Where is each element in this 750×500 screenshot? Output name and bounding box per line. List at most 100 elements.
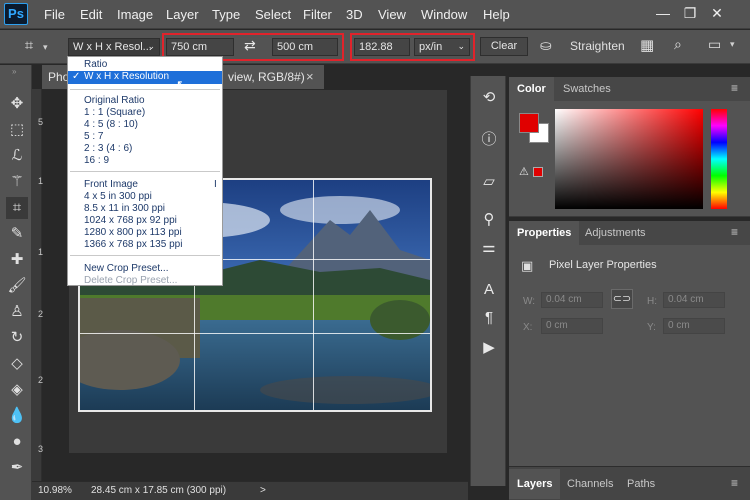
- resolution-field[interactable]: 182.88: [354, 38, 410, 56]
- crop-tool-icon[interactable]: ⌗: [18, 37, 40, 55]
- menu-3d[interactable]: 3D: [346, 7, 363, 22]
- color-spectrum-field[interactable]: [555, 109, 703, 209]
- menu-item-preset[interactable]: 1024 x 768 px 92 ppi: [84, 215, 177, 226]
- character-icon[interactable]: A: [479, 280, 499, 300]
- clone-stamp-icon[interactable]: ♙: [6, 301, 28, 323]
- menu-separator: [70, 171, 220, 172]
- menu-item-front-image[interactable]: Front Image: [84, 179, 138, 190]
- y-field[interactable]: 0 cm: [663, 318, 725, 334]
- gamut-swatch[interactable]: [533, 167, 543, 177]
- pen-tool-icon[interactable]: ✒: [6, 457, 28, 479]
- paragraph-icon[interactable]: ¶: [479, 308, 499, 328]
- chevron-down-icon: ⌄: [457, 41, 465, 51]
- search-icon[interactable]: ⌕: [674, 36, 682, 53]
- magic-wand-icon[interactable]: ⚚: [6, 171, 28, 193]
- menu-item-ratio-1-1[interactable]: 1 : 1 (Square): [84, 107, 145, 118]
- w-label: W:: [523, 296, 536, 307]
- collapse-icon[interactable]: »: [12, 67, 16, 76]
- menu-item-preset[interactable]: 4 x 5 in 300 ppi: [84, 191, 152, 202]
- tool-preset-chevron-icon[interactable]: ▾: [43, 42, 48, 53]
- properties-panel: Properties Adjustments ≡ ▣ Pixel Layer P…: [509, 221, 750, 466]
- menu-edit[interactable]: Edit: [80, 7, 102, 22]
- h-field[interactable]: 0.04 cm: [663, 292, 725, 308]
- restore-icon[interactable]: ❐: [683, 5, 697, 22]
- menu-item-preset[interactable]: 1280 x 800 px 113 ppi: [84, 227, 182, 238]
- document-tab-suffix: view, RGB/8#): [228, 70, 305, 84]
- menu-item-ratio[interactable]: Ratio: [84, 59, 107, 70]
- status-arrow-icon[interactable]: >: [260, 485, 266, 496]
- marquee-tool-icon[interactable]: ⬚: [6, 119, 28, 141]
- foreground-swatch[interactable]: [519, 113, 539, 133]
- straighten-label[interactable]: Straighten: [570, 39, 625, 53]
- menu-item-wxhxres[interactable]: W x H x Resolution: [84, 71, 169, 82]
- history-icon[interactable]: ⟲: [479, 88, 499, 108]
- menu-image[interactable]: Image: [117, 7, 153, 22]
- x-field[interactable]: 0 cm: [541, 318, 603, 334]
- brush-tool-icon[interactable]: 🖌: [6, 275, 28, 297]
- tab-channels[interactable]: Channels: [559, 469, 621, 499]
- healing-brush-icon[interactable]: ✚: [6, 249, 28, 271]
- dodge-tool-icon[interactable]: ●: [6, 431, 28, 453]
- tab-adjustments[interactable]: Adjustments: [577, 221, 654, 245]
- minimize-icon[interactable]: —: [656, 5, 670, 21]
- straighten-icon[interactable]: ⛀: [540, 37, 552, 54]
- info-icon[interactable]: ⓘ: [479, 130, 499, 150]
- tab-swatches[interactable]: Swatches: [555, 77, 619, 101]
- clone-source-icon[interactable]: ⚌: [479, 238, 499, 258]
- y-label: Y:: [647, 322, 656, 333]
- menu-select[interactable]: Select: [255, 7, 291, 22]
- actions-play-icon[interactable]: ▶: [479, 338, 499, 358]
- zoom-level[interactable]: 10.98%: [38, 485, 72, 496]
- menu-help[interactable]: Help: [483, 7, 510, 22]
- menu-item-preset[interactable]: 8.5 x 11 in 300 ppi: [84, 203, 165, 214]
- crop-tool-icon[interactable]: ⌗: [6, 197, 28, 219]
- chevron-down-icon[interactable]: ▾: [730, 39, 735, 50]
- brush-presets-icon[interactable]: ⚲: [479, 210, 499, 230]
- panel-menu-icon[interactable]: ≡: [731, 225, 738, 239]
- eyedropper-icon[interactable]: ✎: [6, 223, 28, 245]
- warning-icon[interactable]: ⚠: [519, 165, 529, 178]
- brush-settings-icon[interactable]: ▱: [479, 172, 499, 192]
- tab-layers[interactable]: Layers: [509, 469, 561, 499]
- menu-separator: [70, 89, 220, 90]
- menu-item-preset[interactable]: 1366 x 768 px 135 ppi: [84, 239, 182, 250]
- tab-properties[interactable]: Properties: [509, 221, 580, 245]
- width-field[interactable]: 750 cm: [166, 38, 234, 56]
- resolution-unit-select[interactable]: px/in ⌄: [414, 38, 470, 56]
- tab-color[interactable]: Color: [509, 77, 554, 101]
- menu-item-ratio-4-5[interactable]: 4 : 5 (8 : 10): [84, 119, 138, 130]
- swap-icon[interactable]: ⇄: [244, 37, 256, 54]
- menu-type[interactable]: Type: [212, 7, 240, 22]
- menu-item-ratio-5-7[interactable]: 5 : 7: [84, 131, 103, 142]
- menu-view[interactable]: View: [378, 7, 406, 22]
- lasso-tool-icon[interactable]: ℒ: [6, 145, 28, 167]
- menu-window[interactable]: Window: [421, 7, 467, 22]
- tab-close-icon[interactable]: ×: [306, 65, 314, 89]
- eraser-icon[interactable]: ◇: [6, 353, 28, 375]
- clear-button[interactable]: Clear: [480, 37, 528, 56]
- shortcut-label: I: [214, 179, 217, 190]
- tab-paths[interactable]: Paths: [619, 469, 663, 499]
- paint-bucket-icon[interactable]: ◈: [6, 379, 28, 401]
- panel-menu-icon[interactable]: ≡: [731, 476, 738, 490]
- blur-tool-icon[interactable]: 💧: [6, 405, 28, 427]
- close-icon[interactable]: ✕: [710, 5, 724, 22]
- move-tool-icon[interactable]: ✥: [6, 93, 28, 115]
- workspace-icon[interactable]: ▭: [708, 36, 721, 53]
- crop-preset-select[interactable]: W x H x Resol... ⌄: [68, 38, 160, 56]
- grid-overlay-icon[interactable]: ▦: [640, 36, 654, 54]
- menu-filter[interactable]: Filter: [303, 7, 332, 22]
- panel-menu-icon[interactable]: ≡: [731, 81, 738, 95]
- menu-item-new-preset[interactable]: New Crop Preset...: [84, 263, 168, 274]
- w-field[interactable]: 0.04 cm: [541, 292, 603, 308]
- hue-slider[interactable]: [711, 109, 727, 209]
- link-icon[interactable]: ⊂⊃: [611, 289, 633, 309]
- menu-file[interactable]: File: [44, 7, 65, 22]
- menu-layer[interactable]: Layer: [166, 7, 199, 22]
- menu-item-ratio-2-3[interactable]: 2 : 3 (4 : 6): [84, 143, 132, 154]
- height-field[interactable]: 500 cm: [272, 38, 338, 56]
- document-size: 28.45 cm x 17.85 cm (300 ppi): [91, 485, 227, 496]
- history-brush-icon[interactable]: ↻: [6, 327, 28, 349]
- menu-item-original-ratio[interactable]: Original Ratio: [84, 95, 145, 106]
- menu-item-ratio-16-9[interactable]: 16 : 9: [84, 155, 109, 166]
